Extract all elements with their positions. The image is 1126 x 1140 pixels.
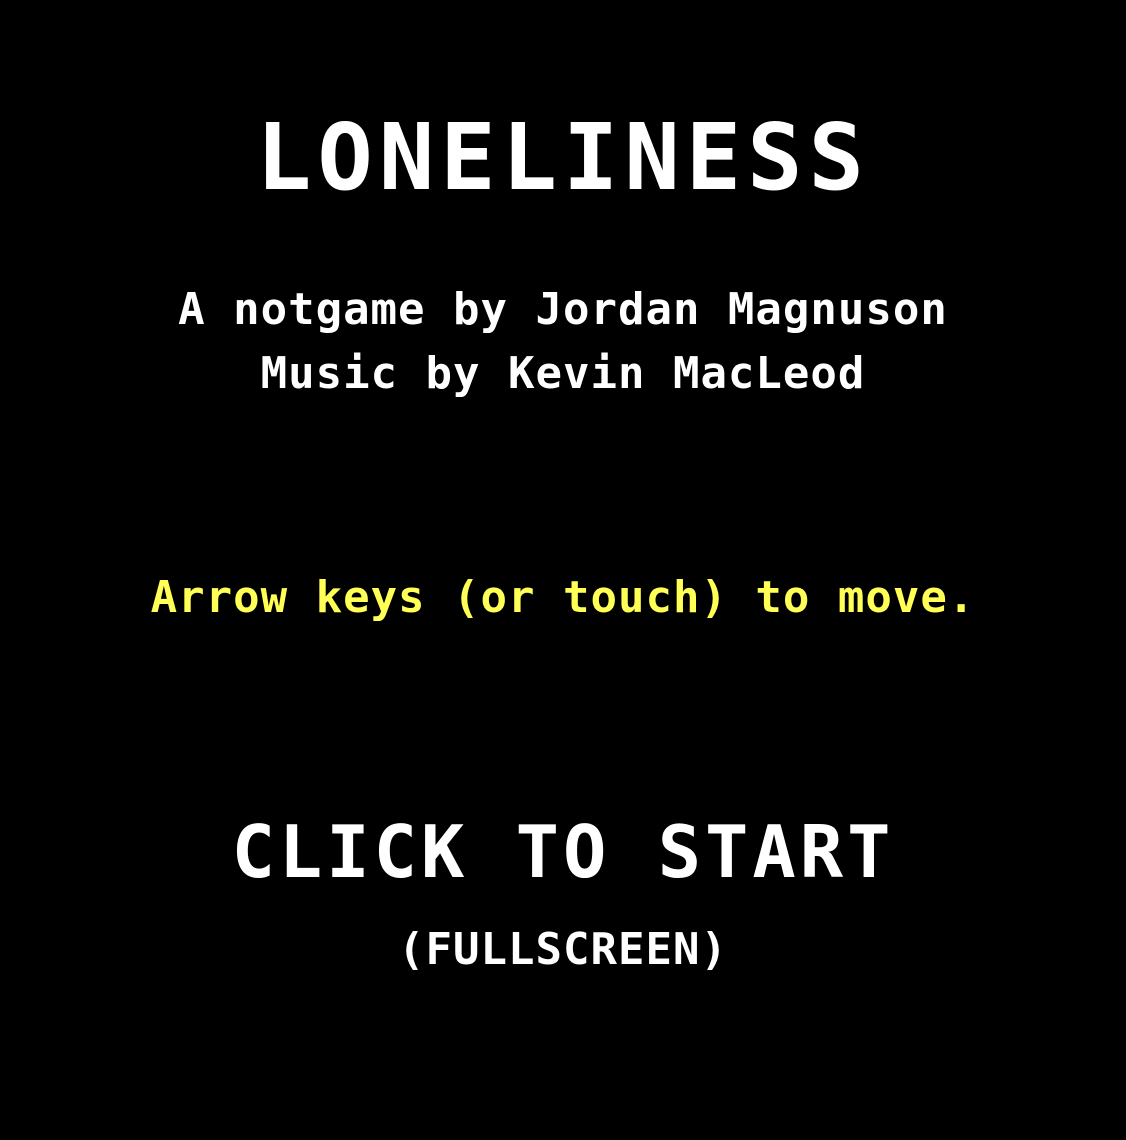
music-credit: Music by Kevin MacLeod: [260, 348, 866, 399]
click-to-start-button[interactable]: CLICK TO START: [0, 812, 1126, 892]
author-credit: A notgame by Jordan Magnuson: [178, 284, 948, 335]
fullscreen-label[interactable]: (FULLSCREEN): [0, 924, 1126, 976]
game-title: LONELINESS: [256, 104, 870, 211]
controls-instructions: Arrow keys (or touch) to move.: [150, 572, 976, 623]
title-screen[interactable]: LONELINESS A notgame by Jordan Magnuson …: [0, 0, 1126, 1140]
